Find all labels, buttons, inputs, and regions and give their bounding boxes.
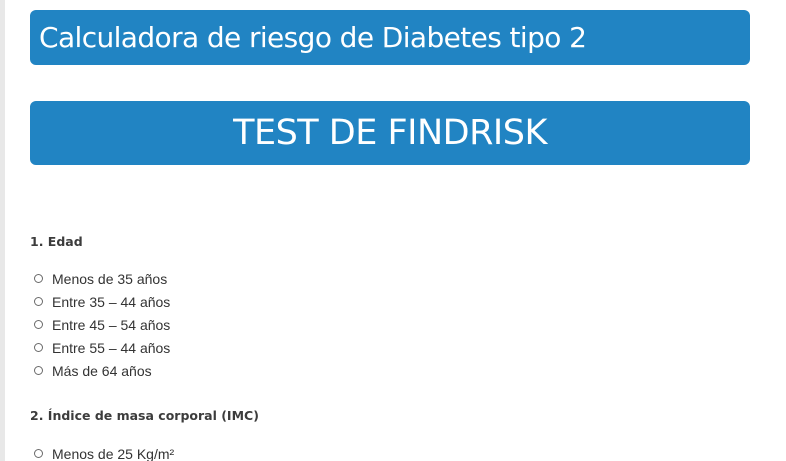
calculator-title-banner: Calculadora de riesgo de Diabetes tipo 2 bbox=[30, 10, 750, 65]
question-bmi-label: 2. Índice de masa corporal (IMC) bbox=[30, 408, 259, 423]
radio-button[interactable] bbox=[34, 274, 43, 283]
left-border bbox=[0, 0, 5, 461]
bmi-option-under-25[interactable]: Menos de 25 Kg/m² bbox=[34, 442, 174, 461]
page-title: Calculadora de riesgo de Diabetes tipo 2 bbox=[39, 21, 587, 54]
test-name-heading: TEST DE FINDRISK bbox=[233, 113, 547, 153]
age-option-55-64[interactable]: Entre 55 – 44 años bbox=[34, 336, 170, 359]
test-name-banner: TEST DE FINDRISK bbox=[30, 101, 750, 165]
bmi-options: Menos de 25 Kg/m² bbox=[34, 442, 174, 461]
question-age-label: 1. Edad bbox=[30, 234, 83, 249]
option-label: Entre 55 – 44 años bbox=[52, 339, 171, 356]
age-options: Menos de 35 años Entre 35 – 44 años Entr… bbox=[34, 267, 170, 382]
age-option-under-35[interactable]: Menos de 35 años bbox=[34, 267, 170, 290]
radio-button[interactable] bbox=[34, 343, 43, 352]
option-label: Entre 35 – 44 años bbox=[52, 293, 171, 310]
option-label: Menos de 35 años bbox=[52, 270, 168, 287]
option-label: Entre 45 – 54 años bbox=[52, 316, 171, 333]
age-option-45-54[interactable]: Entre 45 – 54 años bbox=[34, 313, 170, 336]
radio-button[interactable] bbox=[34, 320, 43, 329]
radio-button[interactable] bbox=[34, 366, 43, 375]
age-option-over-64[interactable]: Más de 64 años bbox=[34, 359, 170, 382]
radio-button[interactable] bbox=[34, 449, 43, 458]
age-option-35-44[interactable]: Entre 35 – 44 años bbox=[34, 290, 170, 313]
radio-button[interactable] bbox=[34, 297, 43, 306]
option-label: Más de 64 años bbox=[52, 362, 152, 379]
option-label: Menos de 25 Kg/m² bbox=[52, 445, 175, 461]
